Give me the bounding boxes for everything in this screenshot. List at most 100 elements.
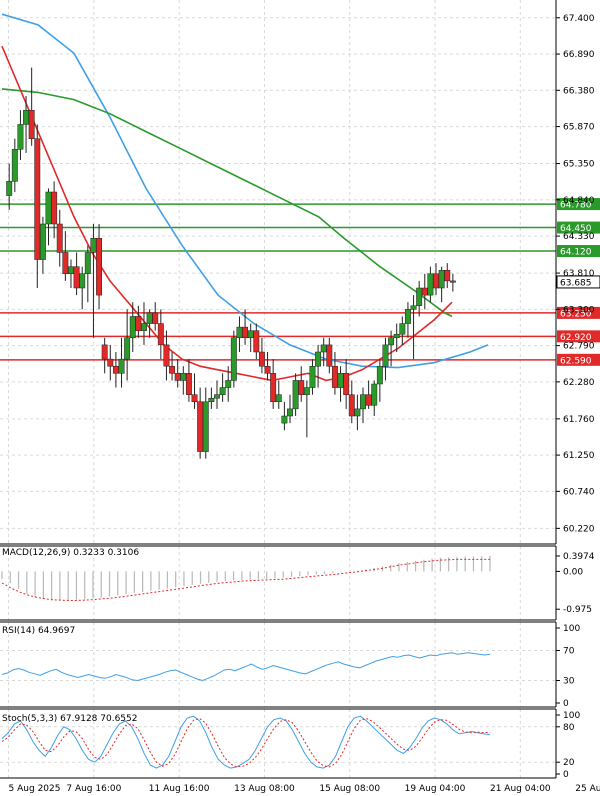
stoch-title: Stoch(5,3,3) 67.9128 70.6552: [2, 714, 137, 724]
candle-body: [225, 380, 232, 388]
candle-body: [17, 124, 24, 150]
candle-body: [230, 337, 237, 381]
stoch-tick-label: 100: [563, 711, 580, 721]
y-tick-label: 62.280: [563, 378, 595, 388]
candle-body: [68, 266, 74, 275]
candle-body: [6, 181, 13, 196]
candle-body: [315, 351, 322, 367]
candle-body: [163, 344, 170, 367]
price-level-label: 62.590: [560, 356, 592, 366]
candle-body: [39, 223, 46, 260]
candle-body: [112, 365, 119, 374]
candle-body: [236, 326, 243, 339]
candle-body: [62, 252, 69, 275]
candle-body: [376, 365, 383, 385]
stoch-d-line: [1, 717, 491, 768]
candle-body: [90, 237, 97, 253]
y-tick-label: 65.870: [563, 123, 595, 133]
candle-body: [421, 287, 428, 296]
candle-body: [343, 373, 350, 395]
candle-body: [157, 323, 164, 346]
y-tick-label: 65.350: [563, 160, 595, 170]
rsi-tick-label: 70: [563, 647, 575, 657]
candle-body: [169, 365, 176, 374]
rsi-tick-label: 100: [563, 624, 580, 634]
candle-body: [28, 109, 35, 139]
macd-title: MACD(12,26,9) 0.3233 0.3106: [2, 548, 139, 558]
candle-body: [79, 273, 86, 289]
candle-body: [292, 380, 299, 410]
candle-body: [253, 330, 260, 353]
macd-tick-label: 0.3974: [563, 552, 595, 562]
candle-body: [433, 273, 439, 289]
candle-body: [214, 394, 220, 399]
candle-body: [135, 316, 142, 331]
candle-body: [73, 266, 80, 289]
y-tick-label: 64.840: [563, 196, 595, 206]
candle-body: [331, 365, 338, 388]
candle-body: [399, 323, 406, 335]
candle-body: [287, 408, 293, 417]
candle-body: [56, 223, 63, 253]
candle-body: [438, 269, 445, 289]
candle-body: [101, 344, 108, 360]
x-tick-label: 15 Aug 08:00: [319, 784, 380, 794]
moving-average-line: [1, 88, 453, 318]
candle-body: [303, 387, 310, 395]
candle-body: [23, 109, 29, 125]
candle-body: [208, 397, 215, 403]
candle-body: [219, 387, 226, 395]
candle-body: [275, 394, 282, 403]
candle-body: [388, 337, 395, 346]
candle-body: [129, 316, 136, 339]
candle-body: [96, 237, 103, 296]
candle-body: [365, 394, 372, 406]
candle-body: [174, 373, 181, 381]
y-tick-label: 64.330: [563, 232, 595, 242]
rsi-tick-label: 0: [563, 699, 569, 709]
current-price-label: 63.685: [560, 278, 592, 288]
candle-body: [191, 394, 198, 403]
y-tick-label: 60.740: [563, 487, 595, 497]
y-tick-label: 66.890: [563, 50, 595, 60]
macd-tick-label: -0.975: [563, 605, 592, 615]
x-tick-label: 13 Aug 08:00: [234, 784, 295, 794]
candle-body: [242, 326, 249, 339]
candle-body: [84, 252, 91, 275]
candle-body: [404, 309, 411, 324]
candle-body: [185, 373, 192, 395]
x-tick-label: 21 Aug 04:00: [490, 784, 551, 794]
candle-body: [124, 337, 131, 360]
candle-body: [34, 138, 41, 260]
candle-body: [427, 273, 434, 296]
rsi-line: [1, 652, 491, 682]
y-tick-label: 62.790: [563, 342, 595, 352]
y-tick-label: 63.810: [563, 269, 595, 279]
x-tick-label: 5 Aug 2025: [9, 784, 61, 794]
candle-body: [393, 333, 400, 339]
candle-body: [146, 312, 153, 324]
y-tick-label: 61.760: [563, 415, 595, 425]
candle-body: [309, 365, 316, 388]
candle-body: [382, 344, 389, 367]
candle-body: [152, 312, 159, 324]
x-tick-label: 11 Aug 16:00: [149, 784, 210, 794]
candle-body: [197, 401, 204, 452]
candle-body: [354, 408, 361, 417]
candle-body: [45, 191, 52, 225]
rsi-tick-label: 30: [563, 677, 575, 687]
candle-body: [202, 401, 209, 452]
candle-body: [410, 305, 417, 310]
candle-body: [118, 358, 125, 374]
candle-body: [371, 383, 378, 406]
stoch-tick-label: 20: [563, 758, 575, 768]
price-level-label: 64.120: [560, 248, 592, 258]
y-tick-label: 63.300: [563, 305, 595, 315]
y-tick-label: 66.380: [563, 86, 595, 96]
x-tick-label: 7 Aug 16:00: [66, 784, 121, 794]
candle-body: [107, 358, 114, 367]
macd-signal-line: [1, 558, 490, 601]
candle-body: [281, 415, 288, 424]
x-tick-label: 25 Aug 00:00: [575, 784, 600, 794]
x-tick-label: 19 Aug 04:00: [405, 784, 466, 794]
